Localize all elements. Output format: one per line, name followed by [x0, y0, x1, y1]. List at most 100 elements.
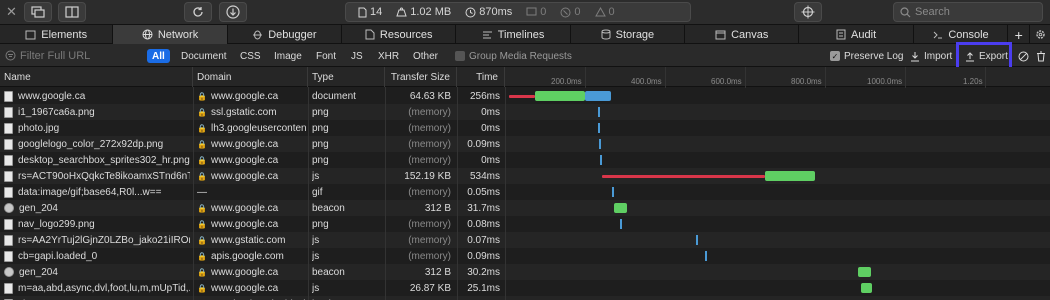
tab-elements[interactable]: Elements	[0, 25, 114, 44]
group-media-toggle[interactable]: Group Media Requests	[455, 49, 572, 63]
request-name: m=aa,abd,async,dvl,foot,lu,m,mUpTid,...	[18, 282, 190, 294]
request-row[interactable]: data:image/gif;base64,R0l...w== — gif (memo…	[0, 184, 1050, 200]
filter-type-xhr[interactable]: XHR	[373, 49, 404, 63]
url-filter-input[interactable]: Filter Full URL	[5, 48, 90, 63]
clear-network-button[interactable]	[1018, 49, 1029, 63]
lock-icon: 🔒	[197, 107, 207, 117]
waterfall-cell	[505, 264, 1050, 280]
request-name-cell[interactable]: rs=ACT90oHxQqkcTe8ikoamxSTnd6nT...	[4, 168, 190, 184]
request-row[interactable]: m=aa,abd,async,dvl,foot,lu,m,mUpTid,... 🔒…	[0, 280, 1050, 296]
request-name-cell[interactable]: sj	[4, 296, 190, 300]
log-count[interactable]: 0	[526, 6, 546, 18]
filter-type-other[interactable]: Other	[408, 49, 443, 63]
tab-storage[interactable]: Storage	[571, 25, 686, 44]
filter-type-font[interactable]: Font	[311, 49, 341, 63]
request-row[interactable]: i1_1967ca6a.png 🔒 ssl.gstatic.com png (memor…	[0, 104, 1050, 120]
request-name-cell[interactable]: data:image/gif;base64,R0l...w==	[4, 184, 190, 200]
request-row[interactable]: gen_204 🔒 www.google.ca beacon 312 B 31.7ms	[0, 200, 1050, 216]
request-domain: www.google.ca	[210, 138, 279, 150]
request-type: png	[312, 154, 329, 166]
filter-type-css[interactable]: CSS	[235, 49, 266, 63]
load-time[interactable]: 870ms	[465, 6, 512, 18]
request-domain-cell: 🔒 www.google.ca	[197, 280, 307, 296]
column-time[interactable]: Time	[457, 67, 505, 87]
request-row[interactable]: googlelogo_color_272x92dp.png 🔒 www.google…	[0, 136, 1050, 152]
request-name-cell[interactable]: gen_204	[4, 264, 190, 280]
filter-type-js[interactable]: JS	[346, 49, 368, 63]
load-time-value: 870ms	[479, 6, 513, 18]
warning-count[interactable]: 0	[594, 6, 615, 18]
column-name[interactable]: Name	[0, 67, 193, 87]
tab-audit[interactable]: Audit	[799, 25, 914, 44]
request-row[interactable]: rs=AA2YrTuj2lGjnZ0LZBo_jako21iIROn... 🔒 ww…	[0, 232, 1050, 248]
request-name-cell[interactable]: m=aa,abd,async,dvl,foot,lu,m,mUpTid,...	[4, 280, 190, 296]
import-label: Import	[924, 50, 953, 62]
dashboard[interactable]: 14 1.02 MB 870ms 0 0 0	[345, 2, 691, 22]
request-name-cell[interactable]: googlelogo_color_272x92dp.png	[4, 136, 190, 152]
request-size: 312 B	[424, 266, 451, 278]
tab-canvas[interactable]: Canvas	[685, 25, 800, 44]
request-row[interactable]: cb=gapi.loaded_0 🔒 apis.google.com js (memor…	[0, 248, 1050, 264]
element-picker-button[interactable]	[794, 2, 822, 22]
timelines-icon	[482, 31, 492, 38]
image-file-icon	[4, 154, 13, 166]
timeline-tick: 200.0ms	[551, 77, 582, 86]
storage-icon	[601, 29, 611, 40]
request-name-cell[interactable]: nav_logo299.png	[4, 216, 190, 232]
trash-button[interactable]	[1036, 49, 1046, 63]
request-name-cell[interactable]: rs=AA2YrTuj2lGjnZ0LZBo_jako21iIROn...	[4, 232, 190, 248]
request-row[interactable]: sj 🔒googleads.g.doublecl... html5.07 KB 424…	[0, 296, 1050, 300]
transfer-size[interactable]: 1.02 MB	[396, 6, 451, 18]
column-transfer-size[interactable]: Transfer Size	[385, 67, 457, 87]
resource-count[interactable]: 14	[358, 6, 382, 18]
column-type[interactable]: Type	[308, 67, 385, 87]
request-row[interactable]: desktop_searchbox_sprites302_hr.png 🔒 www.…	[0, 152, 1050, 168]
request-row[interactable]: gen_204 🔒 www.google.ca beacon 312 B 30.2ms	[0, 264, 1050, 280]
undock-icon	[31, 6, 45, 18]
request-domain: apis.google.com	[210, 250, 284, 262]
dock-side-button[interactable]	[58, 2, 86, 22]
waterfall-bar	[861, 283, 872, 293]
settings-button[interactable]	[1030, 25, 1050, 44]
column-separator	[385, 87, 386, 300]
document-icon	[358, 7, 367, 17]
waterfall-bar	[598, 107, 600, 117]
tab-network[interactable]: Network	[113, 25, 228, 44]
filter-type-image[interactable]: Image	[269, 49, 307, 63]
column-domain[interactable]: Domain	[193, 67, 308, 87]
filter-type-document[interactable]: Document	[176, 49, 232, 63]
resources-icon	[365, 29, 375, 40]
tab-debugger[interactable]: Debugger	[228, 25, 343, 44]
request-row[interactable]: photo.jpg 🔒 lh3.googleuserconten... png (mem…	[0, 120, 1050, 136]
import-button[interactable]: Import	[910, 49, 952, 63]
request-row[interactable]: rs=ACT90oHxQqkcTe8ikoamxSTnd6nT... 🔒 www.g…	[0, 168, 1050, 184]
request-name-cell[interactable]: photo.jpg	[4, 120, 190, 136]
lock-icon: 🔒	[197, 203, 207, 213]
download-button[interactable]	[219, 2, 247, 22]
request-row[interactable]: www.google.ca 🔒 www.google.ca document 64.63…	[0, 88, 1050, 104]
waterfall-bar	[620, 219, 622, 229]
request-row[interactable]: nav_logo299.png 🔒 www.google.ca png (memory)…	[0, 216, 1050, 232]
preserve-log-checkbox[interactable]: ✓	[830, 51, 840, 61]
tab-timelines[interactable]: Timelines	[456, 25, 571, 44]
request-name: photo.jpg	[18, 122, 60, 134]
filter-type-all[interactable]: All	[147, 49, 170, 63]
request-name-cell[interactable]: www.google.ca	[4, 88, 190, 104]
tab-resources[interactable]: Resources	[342, 25, 457, 44]
reload-button[interactable]	[184, 2, 212, 22]
waterfall-bar	[585, 91, 611, 101]
dock-undock-button[interactable]	[24, 2, 52, 22]
group-media-checkbox[interactable]	[455, 51, 465, 61]
close-inspector-button[interactable]: ✕	[6, 4, 17, 20]
request-size: 152.19 KB	[404, 170, 451, 182]
request-name-cell[interactable]: desktop_searchbox_sprites302_hr.png	[4, 152, 190, 168]
search-field[interactable]: Search	[893, 2, 1043, 22]
gear-icon	[1035, 30, 1045, 39]
preserve-log-toggle[interactable]: ✓ Preserve Log	[830, 49, 903, 63]
error-count[interactable]: 0	[560, 6, 581, 18]
waterfall-bar	[612, 187, 614, 197]
request-name-cell[interactable]: i1_1967ca6a.png	[4, 104, 190, 120]
request-size: 5.07 KB	[385, 296, 451, 300]
request-name-cell[interactable]: cb=gapi.loaded_0	[4, 248, 190, 264]
request-name-cell[interactable]: gen_204	[4, 200, 190, 216]
